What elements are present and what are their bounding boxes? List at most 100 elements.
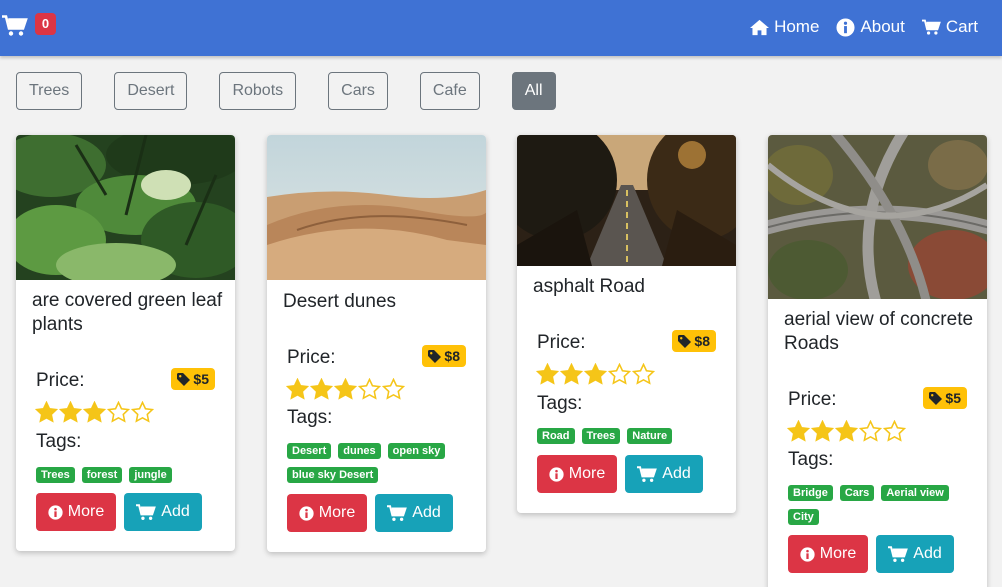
tag-badge[interactable]: Bridge [788, 485, 833, 501]
filter-cafe-button[interactable]: Cafe [419, 72, 480, 110]
filter-cars-button[interactable]: Cars [328, 72, 388, 110]
cart-icon [136, 503, 157, 520]
cart-icon [387, 504, 408, 521]
price-value: $8 [444, 348, 460, 364]
star-filled-icon [59, 401, 82, 423]
home-icon [750, 19, 770, 35]
tag-badge[interactable]: Trees [36, 467, 75, 483]
more-button-label: More [568, 465, 606, 482]
star-filled-icon [560, 363, 583, 385]
cart-icon [888, 545, 909, 562]
star-empty-icon [107, 401, 130, 423]
tag-badge[interactable]: Cars [839, 485, 875, 501]
tag-icon [177, 372, 191, 386]
tag-badge[interactable]: blue sky Desert [287, 467, 379, 483]
more-button[interactable]: More [788, 535, 868, 573]
filter-trees-button[interactable]: Trees [16, 72, 83, 110]
cart-icon [921, 19, 941, 35]
tag-badge[interactable]: Desert [287, 443, 332, 459]
star-empty-icon [358, 378, 381, 400]
star-filled-icon [536, 363, 559, 385]
tags-list: Desert dunes open sky blue sky Desert [287, 443, 477, 483]
add-to-cart-button[interactable]: Add [625, 455, 703, 493]
product-card: are covered green leaf plants Price: $5 … [16, 135, 235, 551]
product-title: aerial view of concrete Roads [784, 309, 974, 354]
price-label: Price: [788, 389, 837, 410]
filter-all-button[interactable]: All [511, 72, 556, 110]
tags-label: Tags: [287, 407, 333, 428]
nav-cart-label: Cart [945, 17, 978, 36]
price-label: Price: [36, 370, 85, 391]
tags-label: Tags: [788, 449, 834, 470]
product-image-desert [267, 135, 486, 280]
tag-badge[interactable]: Nature [627, 428, 673, 444]
more-button-label: More [67, 503, 105, 520]
price-badge: $8 [422, 345, 466, 367]
tag-badge[interactable]: Trees [581, 428, 621, 444]
add-button-label: Add [913, 545, 942, 562]
add-to-cart-button[interactable]: Add [876, 535, 954, 573]
info-icon [800, 546, 815, 562]
star-empty-icon [883, 420, 906, 442]
filter-robots-button[interactable]: Robots [219, 72, 297, 110]
info-icon [48, 504, 63, 520]
tag-badge[interactable]: Aerial view [881, 485, 949, 501]
tag-badge[interactable]: open sky [387, 443, 446, 459]
tags-list: Trees forest jungle [36, 467, 226, 483]
tag-badge[interactable]: dunes [338, 443, 381, 459]
product-card: asphalt Road Price: $8 Tags: Road Trees … [517, 135, 736, 513]
nav-home-link[interactable]: Home [750, 17, 819, 37]
more-button[interactable]: More [36, 493, 116, 531]
star-filled-icon [310, 378, 333, 400]
star-empty-icon [632, 363, 655, 385]
nav-cart-link[interactable]: Cart [921, 17, 978, 37]
navbar: 0 Home About Cart [0, 0, 1002, 56]
tags-label: Tags: [537, 393, 583, 414]
rating-stars [536, 363, 655, 385]
price-value: $5 [193, 371, 209, 387]
price-value: $8 [694, 333, 710, 349]
tag-icon [428, 349, 442, 363]
price-badge: $8 [672, 330, 716, 352]
star-filled-icon [811, 420, 834, 442]
filter-desert-button[interactable]: Desert [114, 72, 188, 110]
add-to-cart-button[interactable]: Add [375, 494, 453, 532]
nav-about-label: About [860, 17, 905, 36]
rating-stars [787, 420, 906, 442]
info-icon [836, 17, 855, 37]
product-title: are covered green leaf plants [32, 290, 223, 335]
star-filled-icon [835, 420, 858, 442]
tags-list: Road Trees Nature [537, 428, 727, 444]
cart-count-badge: 0 [35, 13, 56, 35]
star-filled-icon [83, 401, 106, 423]
product-image-road [517, 135, 736, 266]
navbar-cart[interactable]: 0 [2, 13, 58, 39]
rating-stars [35, 401, 154, 423]
tag-icon [929, 391, 943, 405]
tag-badge[interactable]: forest [81, 467, 123, 483]
nav-home-label: Home [774, 17, 820, 36]
more-button-label: More [819, 545, 857, 562]
cart-icon [2, 15, 28, 36]
category-filters: Trees Desert Robots Cars Cafe All [16, 72, 588, 110]
more-button[interactable]: More [287, 494, 367, 532]
more-button-label: More [318, 504, 356, 521]
add-button-label: Add [161, 503, 190, 520]
star-filled-icon [334, 378, 357, 400]
tag-icon [678, 334, 692, 348]
tags-list: Bridge Cars Aerial view City [788, 485, 978, 525]
more-button[interactable]: More [537, 455, 617, 493]
star-filled-icon [286, 378, 309, 400]
tag-badge[interactable]: City [788, 509, 819, 525]
star-empty-icon [859, 420, 882, 442]
add-button-label: Add [662, 465, 691, 482]
price-label: Price: [287, 347, 336, 368]
product-image-jungle [16, 135, 235, 280]
info-icon [549, 466, 564, 482]
star-filled-icon [787, 420, 810, 442]
nav-about-link[interactable]: About [836, 17, 905, 37]
add-to-cart-button[interactable]: Add [124, 493, 202, 531]
star-empty-icon [131, 401, 154, 423]
tag-badge[interactable]: Road [537, 428, 575, 444]
tag-badge[interactable]: jungle [129, 467, 172, 483]
